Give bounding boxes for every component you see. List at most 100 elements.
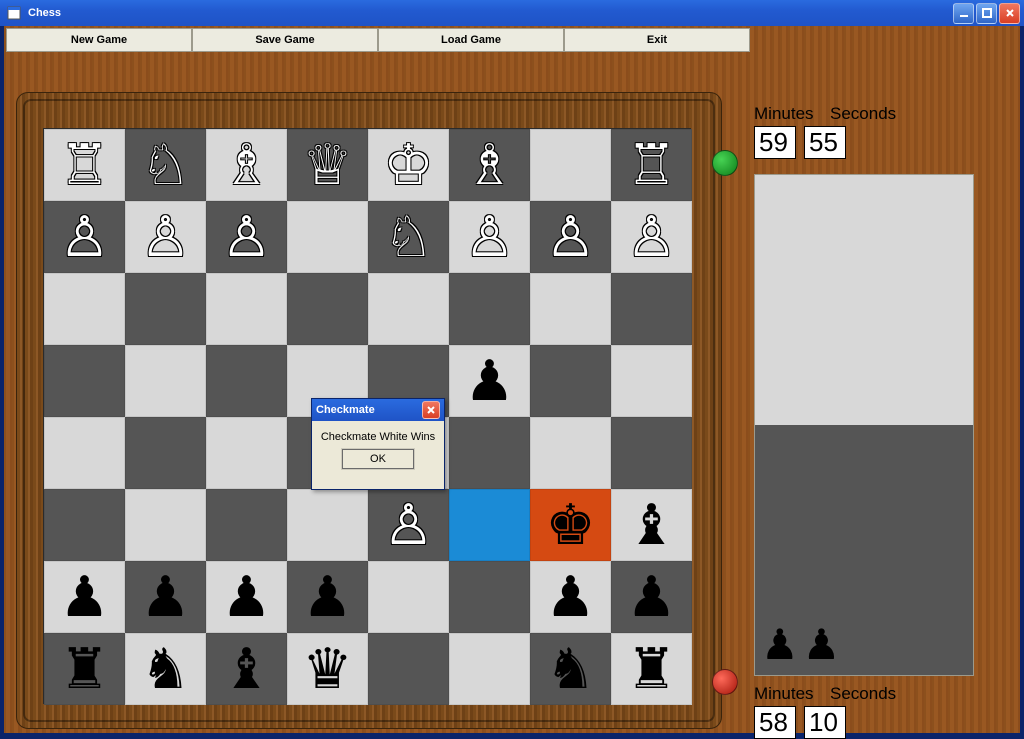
load-game-button[interactable]: Load Game — [378, 28, 564, 52]
board-square[interactable] — [287, 489, 368, 561]
board-square[interactable] — [611, 345, 692, 417]
black-knight-icon[interactable]: ♞ — [545, 641, 595, 697]
black-pawn-icon[interactable]: ♟ — [626, 569, 676, 625]
white-bishop-icon[interactable]: ♗ — [464, 137, 514, 193]
white-pawn-icon[interactable]: ♙ — [464, 209, 514, 265]
black-pawn-icon[interactable]: ♟ — [221, 569, 271, 625]
dialog-close-button[interactable] — [422, 401, 440, 419]
board-square[interactable]: ♜ — [44, 633, 125, 705]
board-square[interactable] — [125, 345, 206, 417]
window-maximize-button[interactable] — [976, 3, 997, 24]
board-square[interactable]: ♙ — [611, 201, 692, 273]
black-knight-icon[interactable]: ♞ — [140, 641, 190, 697]
board-square[interactable] — [449, 489, 530, 561]
board-square[interactable] — [530, 129, 611, 201]
board-square[interactable] — [368, 561, 449, 633]
white-pawn-icon[interactable]: ♙ — [59, 209, 109, 265]
board-square[interactable]: ♔ — [368, 129, 449, 201]
board-square[interactable]: ♘ — [125, 129, 206, 201]
white-rook-icon[interactable]: ♖ — [626, 137, 676, 193]
board-square[interactable]: ♛ — [287, 633, 368, 705]
white-knight-icon[interactable]: ♘ — [140, 137, 190, 193]
board-square[interactable]: ♙ — [368, 489, 449, 561]
black-pawn-icon[interactable]: ♟ — [545, 569, 595, 625]
board-square[interactable] — [611, 417, 692, 489]
black-pawn-icon[interactable]: ♟ — [464, 353, 514, 409]
board-square[interactable]: ♞ — [125, 633, 206, 705]
board-square[interactable]: ♖ — [611, 129, 692, 201]
white-pawn-icon[interactable]: ♙ — [383, 497, 433, 553]
board-square[interactable] — [449, 273, 530, 345]
board-square[interactable]: ♟ — [530, 561, 611, 633]
white-queen-icon[interactable]: ♕ — [302, 137, 352, 193]
board-square[interactable] — [206, 489, 287, 561]
board-square[interactable] — [449, 417, 530, 489]
board-square[interactable] — [125, 489, 206, 561]
board-square[interactable]: ♙ — [125, 201, 206, 273]
white-knight-icon[interactable]: ♘ — [383, 209, 433, 265]
board-square[interactable]: ♟ — [206, 561, 287, 633]
black-bishop-icon[interactable]: ♝ — [221, 641, 271, 697]
board-square[interactable] — [449, 633, 530, 705]
white-rook-icon[interactable]: ♖ — [59, 137, 109, 193]
black-rook-icon[interactable]: ♜ — [626, 641, 676, 697]
board-square[interactable] — [206, 345, 287, 417]
board-square[interactable] — [368, 273, 449, 345]
board-square[interactable]: ♟ — [449, 345, 530, 417]
board-square[interactable]: ♟ — [287, 561, 368, 633]
black-pawn-icon[interactable]: ♟ — [140, 569, 190, 625]
board-square[interactable] — [530, 417, 611, 489]
white-pawn-icon[interactable]: ♙ — [140, 209, 190, 265]
board-square[interactable] — [287, 273, 368, 345]
board-square[interactable]: ♙ — [449, 201, 530, 273]
white-pawn-icon[interactable]: ♙ — [545, 209, 595, 265]
board-square[interactable]: ♟ — [611, 561, 692, 633]
board-square[interactable]: ♕ — [287, 129, 368, 201]
board-square[interactable]: ♜ — [611, 633, 692, 705]
board-square[interactable] — [206, 417, 287, 489]
black-king-icon[interactable]: ♚ — [545, 497, 595, 553]
exit-button[interactable]: Exit — [564, 28, 750, 52]
window-titlebar[interactable]: Chess — [0, 0, 1024, 26]
dialog-ok-button[interactable]: OK — [342, 449, 414, 469]
black-pawn-icon[interactable]: ♟ — [302, 569, 352, 625]
board-square[interactable]: ♗ — [206, 129, 287, 201]
board-square[interactable] — [206, 273, 287, 345]
board-square[interactable]: ♟ — [125, 561, 206, 633]
board-square[interactable]: ♖ — [44, 129, 125, 201]
board-square[interactable]: ♗ — [449, 129, 530, 201]
board-square[interactable] — [449, 561, 530, 633]
save-game-button[interactable]: Save Game — [192, 28, 378, 52]
board-square[interactable] — [44, 345, 125, 417]
board-square[interactable]: ♙ — [206, 201, 287, 273]
black-pawn-icon[interactable]: ♟ — [59, 569, 109, 625]
black-rook-icon[interactable]: ♜ — [59, 641, 109, 697]
black-queen-icon[interactable]: ♛ — [302, 641, 352, 697]
board-square[interactable] — [44, 273, 125, 345]
white-pawn-icon[interactable]: ♙ — [221, 209, 271, 265]
new-game-button[interactable]: New Game — [6, 28, 192, 52]
board-square[interactable] — [44, 417, 125, 489]
board-square[interactable]: ♞ — [530, 633, 611, 705]
white-pawn-icon[interactable]: ♙ — [626, 209, 676, 265]
dialog-titlebar[interactable]: Checkmate — [312, 399, 444, 421]
board-square[interactable]: ♙ — [530, 201, 611, 273]
white-bishop-icon[interactable]: ♗ — [221, 137, 271, 193]
board-square[interactable] — [530, 345, 611, 417]
board-square[interactable] — [125, 417, 206, 489]
white-king-icon[interactable]: ♔ — [383, 137, 433, 193]
board-square[interactable]: ♟ — [44, 561, 125, 633]
board-square[interactable] — [368, 633, 449, 705]
window-close-button[interactable] — [999, 3, 1020, 24]
board-square[interactable] — [611, 273, 692, 345]
board-square[interactable]: ♙ — [44, 201, 125, 273]
board-square[interactable] — [44, 489, 125, 561]
board-square[interactable]: ♘ — [368, 201, 449, 273]
board-square[interactable]: ♝ — [206, 633, 287, 705]
board-square[interactable] — [125, 273, 206, 345]
window-minimize-button[interactable] — [953, 3, 974, 24]
board-square[interactable]: ♚ — [530, 489, 611, 561]
board-square[interactable] — [530, 273, 611, 345]
black-bishop-icon[interactable]: ♝ — [626, 497, 676, 553]
board-square[interactable]: ♝ — [611, 489, 692, 561]
